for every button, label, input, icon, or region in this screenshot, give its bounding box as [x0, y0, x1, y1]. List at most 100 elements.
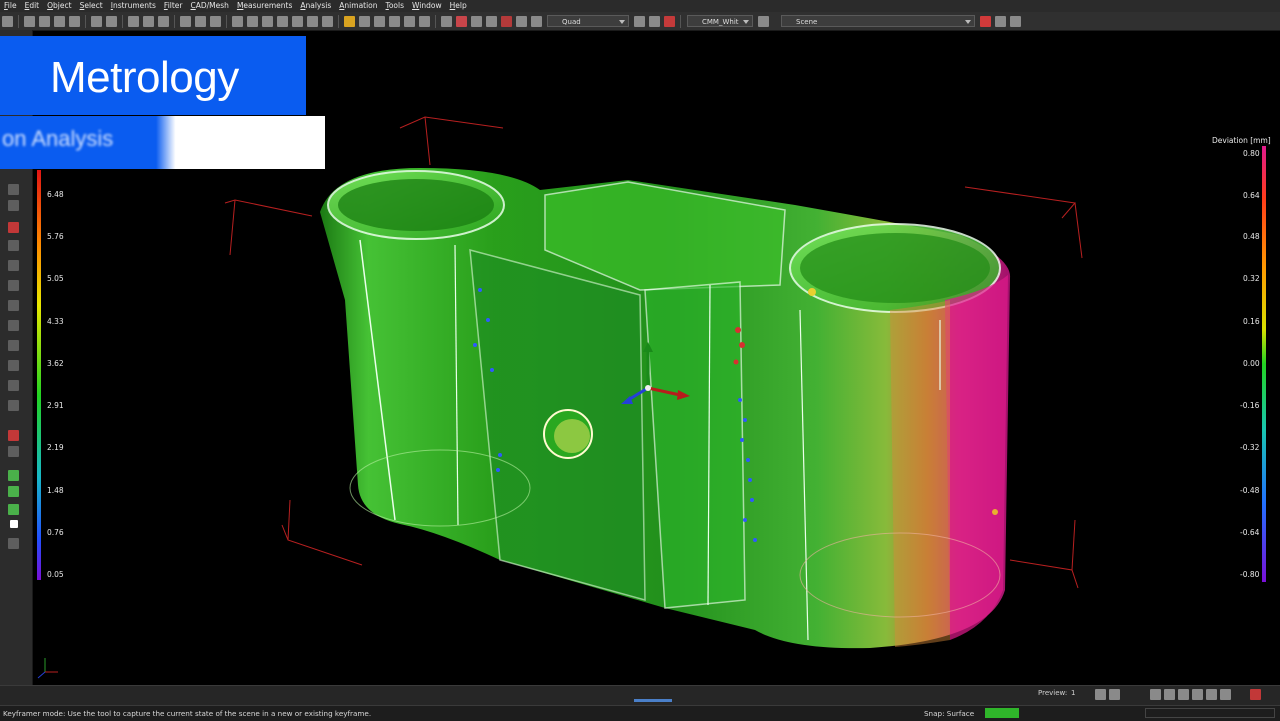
loop-icon[interactable] — [1109, 689, 1120, 700]
status-bar: Keyframer mode: Use the tool to capture … — [0, 705, 1280, 721]
tool-5-icon[interactable] — [8, 280, 19, 291]
menu-help[interactable]: Help — [446, 0, 471, 12]
tool-1-icon[interactable] — [8, 184, 19, 195]
measure-icon[interactable] — [232, 15, 243, 27]
view-mode-select[interactable]: Quad — [547, 15, 629, 27]
record-icon[interactable] — [8, 430, 19, 441]
frame-icon[interactable] — [1192, 689, 1203, 700]
pencil-icon[interactable] — [8, 486, 19, 497]
color-map-icon[interactable] — [456, 15, 467, 27]
maximize-view-icon[interactable] — [649, 15, 660, 27]
close-document-icon[interactable] — [69, 15, 80, 27]
preview-value[interactable]: 1 — [1071, 689, 1075, 697]
new-file-icon[interactable] — [2, 15, 13, 27]
report-icon[interactable] — [486, 15, 497, 27]
menu-measurements[interactable]: Measurements — [233, 0, 296, 12]
paste-icon[interactable] — [158, 15, 169, 27]
chart-icon[interactable] — [441, 15, 452, 27]
menu-file[interactable]: File — [0, 0, 21, 12]
tool-2-icon[interactable] — [8, 200, 19, 211]
menu-object[interactable]: Object — [43, 0, 75, 12]
menu-analysis[interactable]: Analysis — [296, 0, 335, 12]
main-toolbar: Quad CMM_Whit Scene — [0, 12, 1280, 31]
menu-filter[interactable]: Filter — [160, 0, 187, 12]
menu-instruments[interactable]: Instruments — [107, 0, 160, 12]
layout-icon[interactable] — [292, 15, 303, 27]
stop-icon[interactable] — [1250, 689, 1261, 700]
right-scale-label: -0.32 — [1240, 443, 1260, 452]
grid-icon[interactable] — [322, 15, 333, 27]
playback-icon[interactable] — [1095, 689, 1106, 700]
tool-10-icon[interactable] — [8, 380, 19, 391]
toolbar-separator — [174, 14, 175, 28]
tool-9-icon[interactable] — [8, 360, 19, 371]
tool-7-icon[interactable] — [8, 320, 19, 331]
frame-icon[interactable] — [1220, 689, 1231, 700]
toolbar-separator — [18, 14, 19, 28]
frame-icon[interactable] — [1164, 689, 1175, 700]
tool-12-icon[interactable] — [8, 446, 19, 457]
progress-indicator — [985, 708, 1019, 718]
annotation-icon[interactable] — [995, 15, 1006, 27]
warning-icon[interactable] — [664, 15, 675, 27]
left-color-scale — [37, 170, 41, 580]
split-view-icon[interactable] — [634, 15, 645, 27]
export-icon[interactable] — [471, 15, 482, 27]
snap-mode[interactable]: Snap: Surface — [924, 709, 974, 718]
fill-icon[interactable] — [8, 504, 19, 515]
distance-icon[interactable] — [389, 15, 400, 27]
menu-select[interactable]: Select — [76, 0, 107, 12]
filter-icon[interactable] — [307, 15, 318, 27]
undo-icon[interactable] — [91, 15, 102, 27]
menu-animation[interactable]: Animation — [335, 0, 381, 12]
menu-window[interactable]: Window — [408, 0, 446, 12]
part-mesh — [320, 168, 1011, 649]
group-icon[interactable] — [277, 15, 288, 27]
color-swatch-icon[interactable] — [10, 520, 18, 528]
redo-icon[interactable] — [106, 15, 117, 27]
status-message: Keyframer mode: Use the tool to capture … — [3, 709, 372, 718]
delete-icon[interactable] — [247, 15, 258, 27]
save-icon[interactable] — [39, 15, 50, 27]
select-tool-icon[interactable] — [180, 15, 191, 27]
frame-icon[interactable] — [1206, 689, 1217, 700]
probe-icon[interactable] — [501, 15, 512, 27]
copy-icon[interactable] — [143, 15, 154, 27]
frame-icon[interactable] — [1150, 689, 1161, 700]
menu-edit[interactable]: Edit — [21, 0, 44, 12]
tool-4-icon[interactable] — [8, 260, 19, 271]
pan-icon[interactable] — [404, 15, 415, 27]
rotate-icon[interactable] — [419, 15, 430, 27]
cut-icon[interactable] — [128, 15, 139, 27]
toolbar-separator — [122, 14, 123, 28]
toolbar-separator — [85, 14, 86, 28]
timeline-scroll-handle[interactable] — [634, 699, 672, 702]
star-icon[interactable] — [344, 15, 355, 27]
light-icon[interactable] — [758, 15, 769, 27]
move-tool-icon[interactable] — [195, 15, 206, 27]
clone-icon[interactable] — [262, 15, 273, 27]
pen-icon[interactable] — [8, 470, 19, 481]
right-scale-label: -0.48 — [1240, 486, 1260, 495]
cube-icon[interactable] — [531, 15, 542, 27]
frame-icon[interactable] — [1178, 689, 1189, 700]
style-select[interactable]: CMM_Whit — [687, 15, 753, 27]
tool-6-icon[interactable] — [8, 300, 19, 311]
layout-menu-icon[interactable] — [8, 538, 19, 549]
tool-3-icon[interactable] — [8, 240, 19, 251]
scene-select[interactable]: Scene — [781, 15, 975, 27]
menu-cad-mesh[interactable]: CAD/Mesh — [187, 0, 233, 12]
paint-icon[interactable] — [8, 222, 19, 233]
settings-icon[interactable] — [1010, 15, 1021, 27]
open-file-icon[interactable] — [24, 15, 35, 27]
tool-11-icon[interactable] — [8, 400, 19, 411]
save-as-icon[interactable] — [54, 15, 65, 27]
bookmark-icon[interactable] — [980, 15, 991, 27]
left-scale-label: 0.05 — [47, 570, 64, 579]
cursor-icon[interactable] — [359, 15, 370, 27]
view-cube-icon[interactable] — [210, 15, 221, 27]
align-icon[interactable] — [516, 15, 527, 27]
menu-tools[interactable]: Tools — [382, 0, 408, 12]
angle-icon[interactable] — [374, 15, 385, 27]
tool-8-icon[interactable] — [8, 340, 19, 351]
